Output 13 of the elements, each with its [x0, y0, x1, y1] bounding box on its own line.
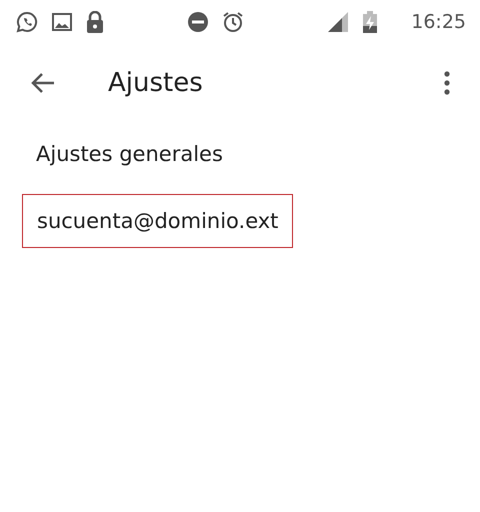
more-options-icon[interactable]	[444, 71, 450, 95]
battery-charging-icon	[363, 11, 378, 33]
chat-icon	[16, 11, 38, 33]
lock-icon	[86, 11, 104, 33]
image-icon	[52, 13, 72, 31]
status-time: 16:25	[411, 11, 466, 33]
signal-icon	[327, 12, 350, 32]
back-arrow-icon[interactable]	[30, 72, 56, 94]
alarm-icon	[222, 11, 244, 33]
settings-item[interactable]: Ajustes generales	[22, 128, 237, 180]
screen-title: Ajustes	[108, 68, 204, 98]
settings-item[interactable]: sucuenta@dominio.ext	[22, 194, 294, 248]
do-not-disturb-icon	[188, 12, 208, 32]
